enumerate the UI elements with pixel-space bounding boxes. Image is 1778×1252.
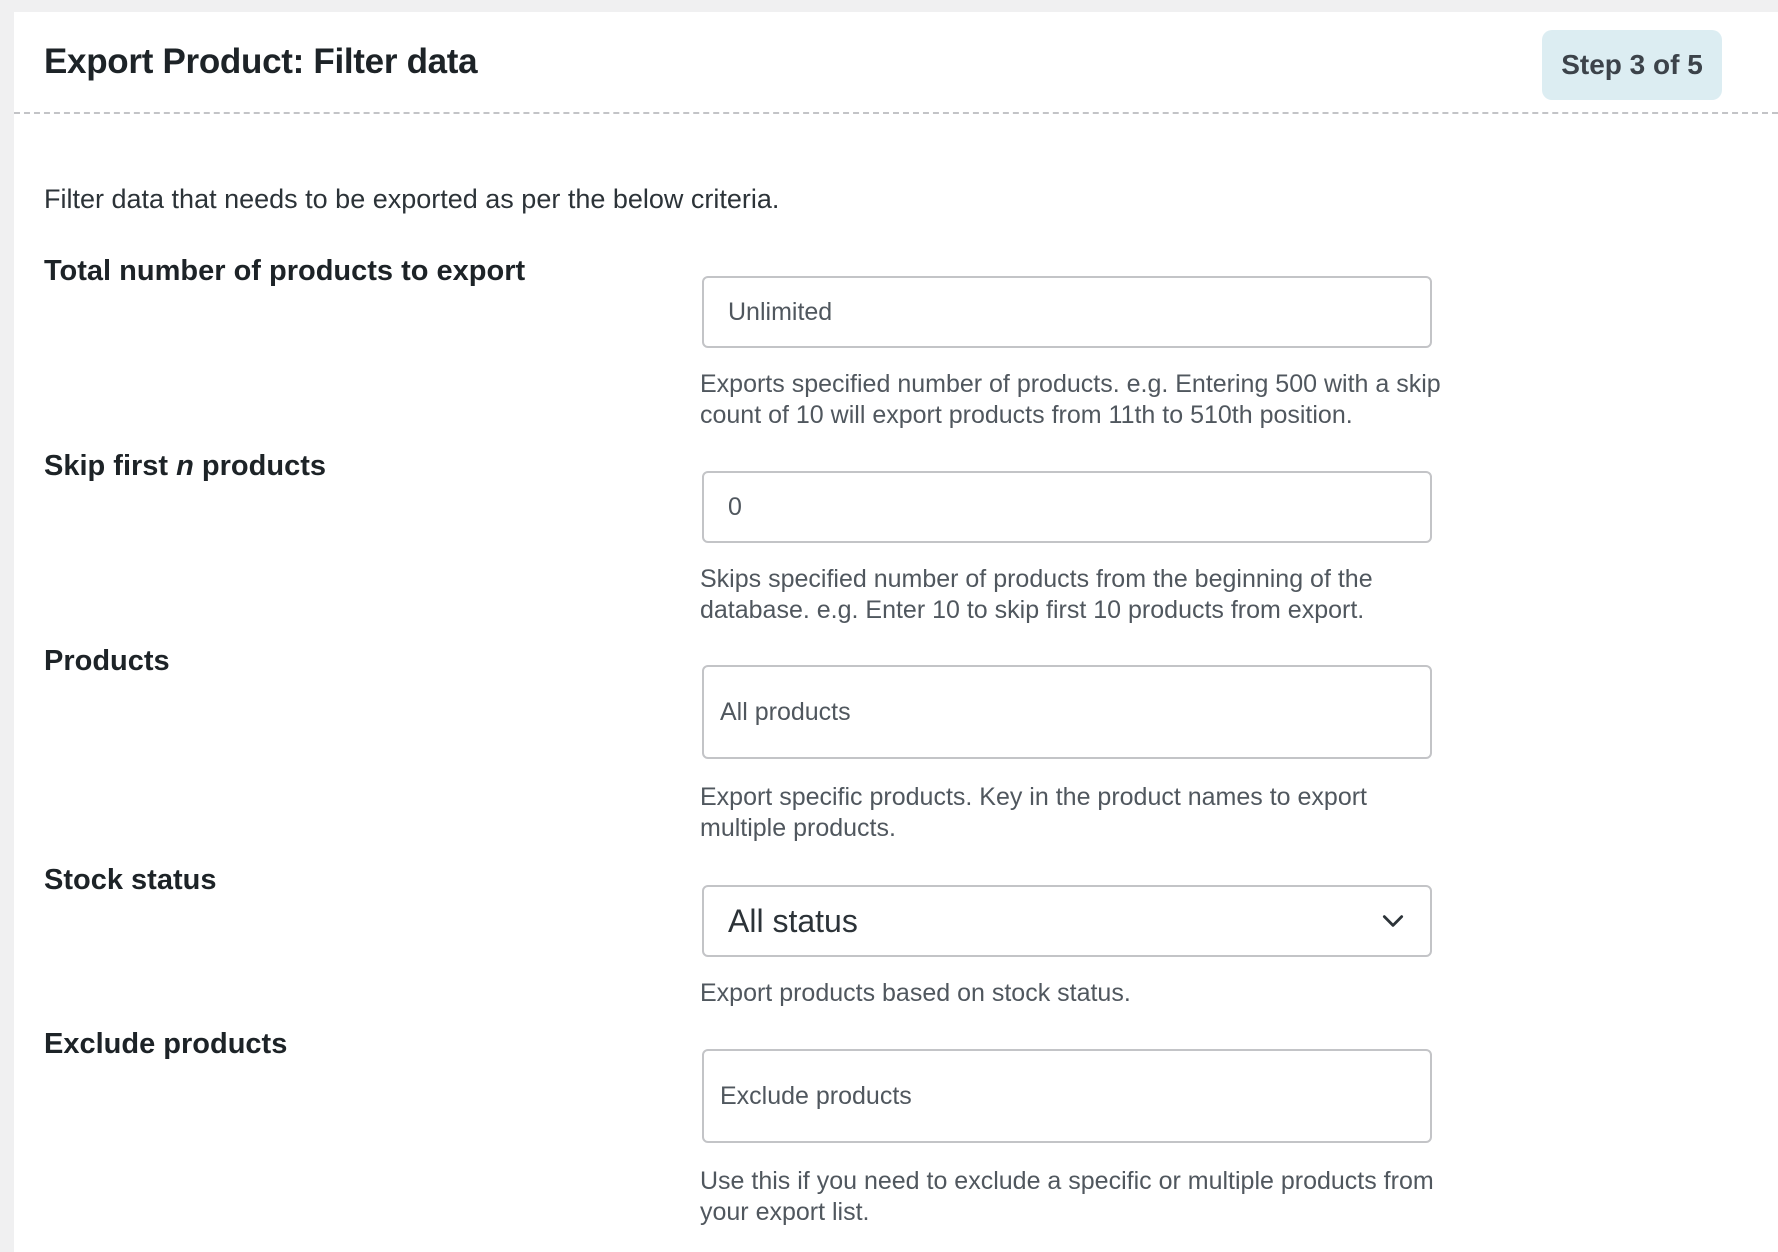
products-input[interactable] [702,665,1432,759]
products-label: Products [44,645,170,677]
stock-status-select[interactable]: All status [702,885,1432,957]
total-products-label: Total number of products to export [44,255,526,287]
skip-label-suffix: products [193,450,326,482]
skip-label-var: n [176,450,194,482]
exclude-products-input[interactable] [702,1049,1432,1143]
intro-text: Filter data that needs to be exported as… [44,184,780,214]
step-badge: Step 3 of 5 [1542,30,1722,100]
exclude-products-help: Use this if you need to exclude a specif… [700,1167,1434,1226]
export-filter-panel: Export Product: Filter data Step 3 of 5 … [14,12,1778,1252]
total-products-help: Exports specified number of products. e.… [700,370,1441,429]
stock-status-help: Export products based on stock status. [700,979,1131,1007]
exclude-products-label: Exclude products [44,1028,288,1060]
panel-header: Export Product: Filter data Step 3 of 5 [14,12,1778,114]
skip-label-prefix: Skip first [44,450,177,482]
chevron-down-icon [1382,915,1404,927]
stock-status-label: Stock status [44,864,217,896]
skip-products-label: Skip first n products [44,450,326,483]
stock-status-value: All status [728,902,858,939]
total-products-input[interactable] [702,276,1432,348]
products-help: Export specific products. Key in the pro… [700,783,1368,842]
page-title: Export Product: Filter data [44,42,478,81]
skip-products-input[interactable] [702,471,1432,543]
skip-products-help: Skips specified number of products from … [700,565,1373,624]
